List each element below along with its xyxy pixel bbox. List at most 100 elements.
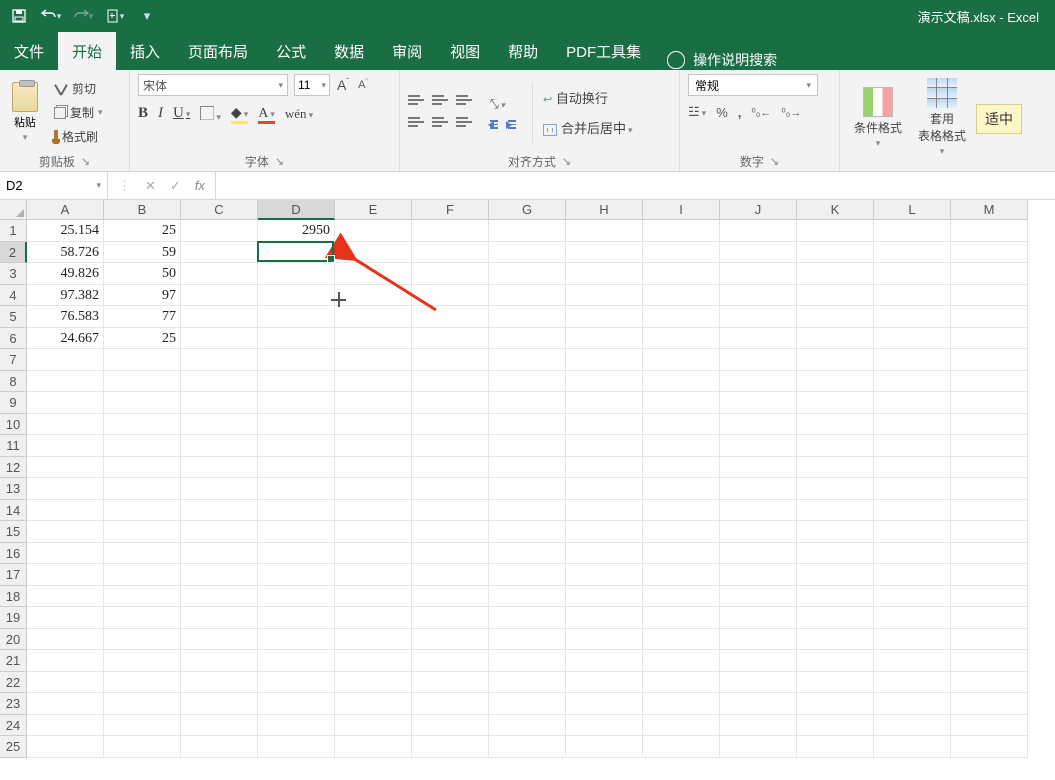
cell-F1[interactable]: [412, 220, 489, 242]
cell-F5[interactable]: [412, 306, 489, 328]
cell-A18[interactable]: [27, 586, 104, 608]
cell-C1[interactable]: [181, 220, 258, 242]
cell-E19[interactable]: [335, 607, 412, 629]
cell-M22[interactable]: [951, 672, 1028, 694]
cell-B9[interactable]: [104, 392, 181, 414]
cell-E23[interactable]: [335, 693, 412, 715]
fx-icon[interactable]: fx: [195, 178, 205, 193]
cell-A12[interactable]: [27, 457, 104, 479]
row-header-18[interactable]: 18: [0, 586, 27, 608]
cell-G7[interactable]: [489, 349, 566, 371]
col-header-A[interactable]: A: [27, 200, 104, 220]
cell-J23[interactable]: [720, 693, 797, 715]
cell-H20[interactable]: [566, 629, 643, 651]
cell-H13[interactable]: [566, 478, 643, 500]
cell-C12[interactable]: [181, 457, 258, 479]
row-header-9[interactable]: 9: [0, 392, 27, 414]
cell-D20[interactable]: [258, 629, 335, 651]
bold-button[interactable]: B: [138, 105, 148, 122]
cell-E4[interactable]: [335, 285, 412, 307]
qat-more-icon[interactable]: ▾: [136, 5, 158, 27]
cell-M9[interactable]: [951, 392, 1028, 414]
cell-F21[interactable]: [412, 650, 489, 672]
painter-button[interactable]: 格式刷: [50, 126, 107, 148]
cell-C22[interactable]: [181, 672, 258, 694]
cell-B5[interactable]: 77: [104, 306, 181, 328]
cell-K21[interactable]: [797, 650, 874, 672]
cell-K2[interactable]: [797, 242, 874, 264]
cell-L4[interactable]: [874, 285, 951, 307]
row-header-8[interactable]: 8: [0, 371, 27, 393]
cell-D16[interactable]: [258, 543, 335, 565]
cell-L16[interactable]: [874, 543, 951, 565]
cell-I12[interactable]: [643, 457, 720, 479]
cell-G1[interactable]: [489, 220, 566, 242]
name-box[interactable]: D2▾: [0, 172, 108, 199]
cell-G19[interactable]: [489, 607, 566, 629]
cell-M23[interactable]: [951, 693, 1028, 715]
cell-E7[interactable]: [335, 349, 412, 371]
cell-F4[interactable]: [412, 285, 489, 307]
cell-I16[interactable]: [643, 543, 720, 565]
cell-K25[interactable]: [797, 736, 874, 758]
cell-G13[interactable]: [489, 478, 566, 500]
cell-J3[interactable]: [720, 263, 797, 285]
cell-L1[interactable]: [874, 220, 951, 242]
cell-H7[interactable]: [566, 349, 643, 371]
cell-F8[interactable]: [412, 371, 489, 393]
cell-D1[interactable]: 2950: [258, 220, 335, 242]
cell-J2[interactable]: [720, 242, 797, 264]
cell-F22[interactable]: [412, 672, 489, 694]
cell-F14[interactable]: [412, 500, 489, 522]
cell-E1[interactable]: [335, 220, 412, 242]
cell-M16[interactable]: [951, 543, 1028, 565]
cell-J8[interactable]: [720, 371, 797, 393]
cell-I1[interactable]: [643, 220, 720, 242]
row-header-19[interactable]: 19: [0, 607, 27, 629]
cell-D3[interactable]: [258, 263, 335, 285]
cell-D15[interactable]: [258, 521, 335, 543]
cell-C23[interactable]: [181, 693, 258, 715]
cell-J16[interactable]: [720, 543, 797, 565]
cell-B7[interactable]: [104, 349, 181, 371]
cell-I10[interactable]: [643, 414, 720, 436]
cell-J7[interactable]: [720, 349, 797, 371]
launcher-icon[interactable]: ↘: [275, 155, 284, 168]
launcher-icon[interactable]: ↘: [81, 155, 90, 168]
cell-A6[interactable]: 24.667: [27, 328, 104, 350]
cell-L13[interactable]: [874, 478, 951, 500]
cell-D25[interactable]: [258, 736, 335, 758]
row-header-11[interactable]: 11: [0, 435, 27, 457]
align-left-icon[interactable]: [408, 117, 424, 131]
cell-J25[interactable]: [720, 736, 797, 758]
col-header-F[interactable]: F: [412, 200, 489, 220]
cell-H5[interactable]: [566, 306, 643, 328]
cell-L25[interactable]: [874, 736, 951, 758]
select-all-corner[interactable]: [0, 200, 27, 220]
cell-J10[interactable]: [720, 414, 797, 436]
cell-H16[interactable]: [566, 543, 643, 565]
row-header-3[interactable]: 3: [0, 263, 27, 285]
cut-button[interactable]: 剪切: [50, 78, 107, 100]
cell-E17[interactable]: [335, 564, 412, 586]
cell-A5[interactable]: 76.583: [27, 306, 104, 328]
cell-I17[interactable]: [643, 564, 720, 586]
row-header-7[interactable]: 7: [0, 349, 27, 371]
cell-F9[interactable]: [412, 392, 489, 414]
cell-L22[interactable]: [874, 672, 951, 694]
row-header-12[interactable]: 12: [0, 457, 27, 479]
cell-B20[interactable]: [104, 629, 181, 651]
cell-D14[interactable]: [258, 500, 335, 522]
cell-B6[interactable]: 25: [104, 328, 181, 350]
cell-B22[interactable]: [104, 672, 181, 694]
cell-H22[interactable]: [566, 672, 643, 694]
cell-J4[interactable]: [720, 285, 797, 307]
cell-B21[interactable]: [104, 650, 181, 672]
cell-A21[interactable]: [27, 650, 104, 672]
cell-A16[interactable]: [27, 543, 104, 565]
cell-G4[interactable]: [489, 285, 566, 307]
cell-F12[interactable]: [412, 457, 489, 479]
cell-M2[interactable]: [951, 242, 1028, 264]
cell-J1[interactable]: [720, 220, 797, 242]
shrink-font-icon[interactable]: Aˇ: [356, 79, 370, 91]
